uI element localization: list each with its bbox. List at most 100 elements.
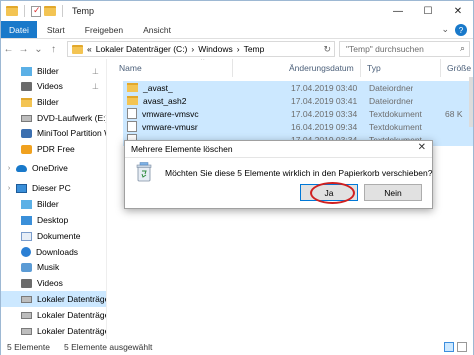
forward-button[interactable]: → xyxy=(16,44,31,55)
sidebar-item-label: Musik xyxy=(37,262,60,272)
file-name-cell: _avast_ xyxy=(127,81,277,94)
sidebar-item-drive[interactable]: Lokaler Datenträger xyxy=(1,323,106,339)
recent-locations-button[interactable]: ⌄ xyxy=(31,44,46,55)
highlight-circle xyxy=(310,182,355,204)
sidebar-item-label: Videos xyxy=(37,81,63,91)
sidebar-item-label: OneDrive xyxy=(32,163,68,173)
column-label: Änderungsdatum xyxy=(289,63,354,73)
help-icon[interactable]: ? xyxy=(455,24,467,36)
sidebar-item-video[interactable]: Videos xyxy=(1,275,106,291)
sidebar-item-cloud[interactable]: › OneDrive xyxy=(1,160,106,176)
file-row[interactable]: vmware-vmusr 16.04.2019 09:34 Textdokument xyxy=(123,120,473,133)
tab-datei[interactable]: Datei xyxy=(1,21,37,38)
search-icon[interactable]: ⌕ xyxy=(460,43,465,54)
file-type: Dateiordner xyxy=(369,95,414,106)
sidebar-item-label: Bilder xyxy=(37,97,59,107)
ribbon-tabs: Datei Start Freigeben Ansicht ⌄ ? xyxy=(1,21,473,39)
file-name-cell: vmware-vmsvc xyxy=(127,107,277,120)
breadcrumb-separator[interactable]: › xyxy=(191,44,194,54)
new-folder-icon[interactable] xyxy=(44,6,56,16)
chevron-right-icon[interactable]: › xyxy=(5,165,13,172)
refresh-icon[interactable]: ↻ xyxy=(323,44,331,55)
file-name-cell: vmware-vmusr xyxy=(127,120,277,133)
minimize-button[interactable]: — xyxy=(383,1,413,21)
chevron-right-icon[interactable]: › xyxy=(5,185,13,192)
file-date: 17.04.2019 03:41 xyxy=(291,95,358,106)
documents-icon xyxy=(21,231,32,241)
file-row[interactable]: avast_ash2 17.04.2019 03:41 Dateiordner xyxy=(123,94,473,107)
column-size[interactable]: Größe xyxy=(441,59,473,77)
download-icon xyxy=(21,247,31,257)
window-controls: — ☐ ✕ xyxy=(383,1,473,21)
explorer-window: Temp — ☐ ✕ Datei Start Freigeben Ansicht… xyxy=(0,0,474,355)
sidebar-item-desktop[interactable]: Desktop xyxy=(1,212,106,228)
sidebar-item-label: Desktop xyxy=(37,215,69,225)
navigation-bar: ← → ⌄ ↑ « Lokaler Datenträger (C:) › Win… xyxy=(1,39,473,59)
sidebar-item-pictures[interactable]: Bilder xyxy=(1,196,106,212)
pictures-icon xyxy=(21,66,32,76)
maximize-button[interactable]: ☐ xyxy=(413,1,443,21)
vertical-scrollbar[interactable] xyxy=(469,77,473,127)
up-button[interactable]: ↑ xyxy=(46,44,61,55)
file-name: avast_ash2 xyxy=(143,95,187,106)
file-row[interactable]: _avast_ 17.04.2019 03:40 Dateiordner xyxy=(123,81,473,94)
file-row[interactable]: vmware-vmsvc 17.04.2019 03:34 Textdokument… xyxy=(123,107,473,120)
tab-start[interactable]: Start xyxy=(37,21,75,38)
column-type[interactable]: Typ xyxy=(361,59,441,77)
ribbon-right: ⌄ ? xyxy=(441,24,467,36)
sidebar-item-drive[interactable]: Lokaler Datenträger xyxy=(1,307,107,323)
breadcrumb-drive[interactable]: Lokaler Datenträger (C:) xyxy=(96,44,188,54)
properties-icon[interactable] xyxy=(31,5,41,17)
sidebar-item-label: Lokaler Datenträger xyxy=(37,310,107,320)
sidebar-item-app[interactable]: MiniTool Partition W xyxy=(1,125,106,141)
folder-icon xyxy=(6,6,18,16)
text-file-icon xyxy=(127,121,137,132)
no-button[interactable]: Nein xyxy=(364,184,422,201)
back-button[interactable]: ← xyxy=(1,44,16,55)
column-name[interactable]: Name ^ xyxy=(113,59,233,77)
pc-icon xyxy=(16,183,27,193)
sidebar-item-pdr[interactable]: PDR Free xyxy=(1,141,106,157)
sidebar-item-label: Downloads xyxy=(36,247,79,257)
sidebar-item-download[interactable]: Downloads xyxy=(1,244,106,260)
pin-icon: ⊥ xyxy=(92,81,99,91)
sidebar-item-drive[interactable]: Lokaler Datenträger xyxy=(1,291,106,307)
title-bar: Temp — ☐ ✕ xyxy=(1,1,473,21)
breadcrumb-separator[interactable]: › xyxy=(237,44,240,54)
search-placeholder: "Temp" durchsuchen xyxy=(346,44,424,54)
tab-freigeben[interactable]: Freigeben xyxy=(75,21,133,38)
sidebar-item-documents[interactable]: Dokumente xyxy=(1,228,106,244)
sidebar-item-video[interactable]: Videos ⊥ xyxy=(1,78,106,94)
sidebar-item-label: Dieser PC xyxy=(32,183,71,193)
divider xyxy=(24,5,25,17)
sidebar-item-label: Bilder xyxy=(37,66,59,76)
sidebar-item-label: Videos xyxy=(37,278,63,288)
address-bar[interactable]: « Lokaler Datenträger (C:) › Windows › T… xyxy=(67,41,335,57)
sidebar-item-folder[interactable]: Bilder xyxy=(1,94,106,110)
sidebar-item-drive[interactable]: DVD-Laufwerk (E:) xyxy=(1,110,106,126)
file-name-cell: avast_ash2 xyxy=(127,94,277,107)
sidebar-item-music[interactable]: Musik xyxy=(1,259,106,275)
delete-confirm-dialog: Mehrere Elemente löschen ✕ Möchten Sie d… xyxy=(124,140,433,209)
address-overflow[interactable]: « xyxy=(87,44,92,54)
details-view-icon[interactable] xyxy=(444,342,454,352)
tab-ansicht[interactable]: Ansicht xyxy=(133,21,181,38)
music-icon xyxy=(21,262,32,272)
search-input[interactable]: "Temp" durchsuchen ⌕ xyxy=(339,41,470,57)
column-label: Name xyxy=(119,63,142,73)
column-label: Typ xyxy=(367,63,381,73)
sidebar-item-pc[interactable]: › Dieser PC xyxy=(1,180,106,196)
close-button[interactable]: ✕ xyxy=(443,1,473,21)
file-name: vmware-vmsvc xyxy=(142,108,199,119)
breadcrumb-windows[interactable]: Windows xyxy=(198,44,232,54)
ribbon-expand-icon[interactable]: ⌄ xyxy=(441,24,449,36)
sidebar-item-pictures[interactable]: Bilder ⊥ xyxy=(1,63,106,79)
file-date: 16.04.2019 09:34 xyxy=(291,121,358,132)
column-label: Größe xyxy=(447,63,472,73)
navigation-pane: Bilder ⊥ Videos ⊥ Bilder DVD-Laufwerk (E:) Min… xyxy=(1,59,107,339)
desktop-icon xyxy=(21,215,32,225)
dialog-close-button[interactable]: ✕ xyxy=(418,142,426,153)
column-date[interactable]: Änderungsdatum xyxy=(283,59,361,77)
large-icons-view-icon[interactable] xyxy=(457,342,467,352)
breadcrumb-temp[interactable]: Temp xyxy=(244,44,265,54)
